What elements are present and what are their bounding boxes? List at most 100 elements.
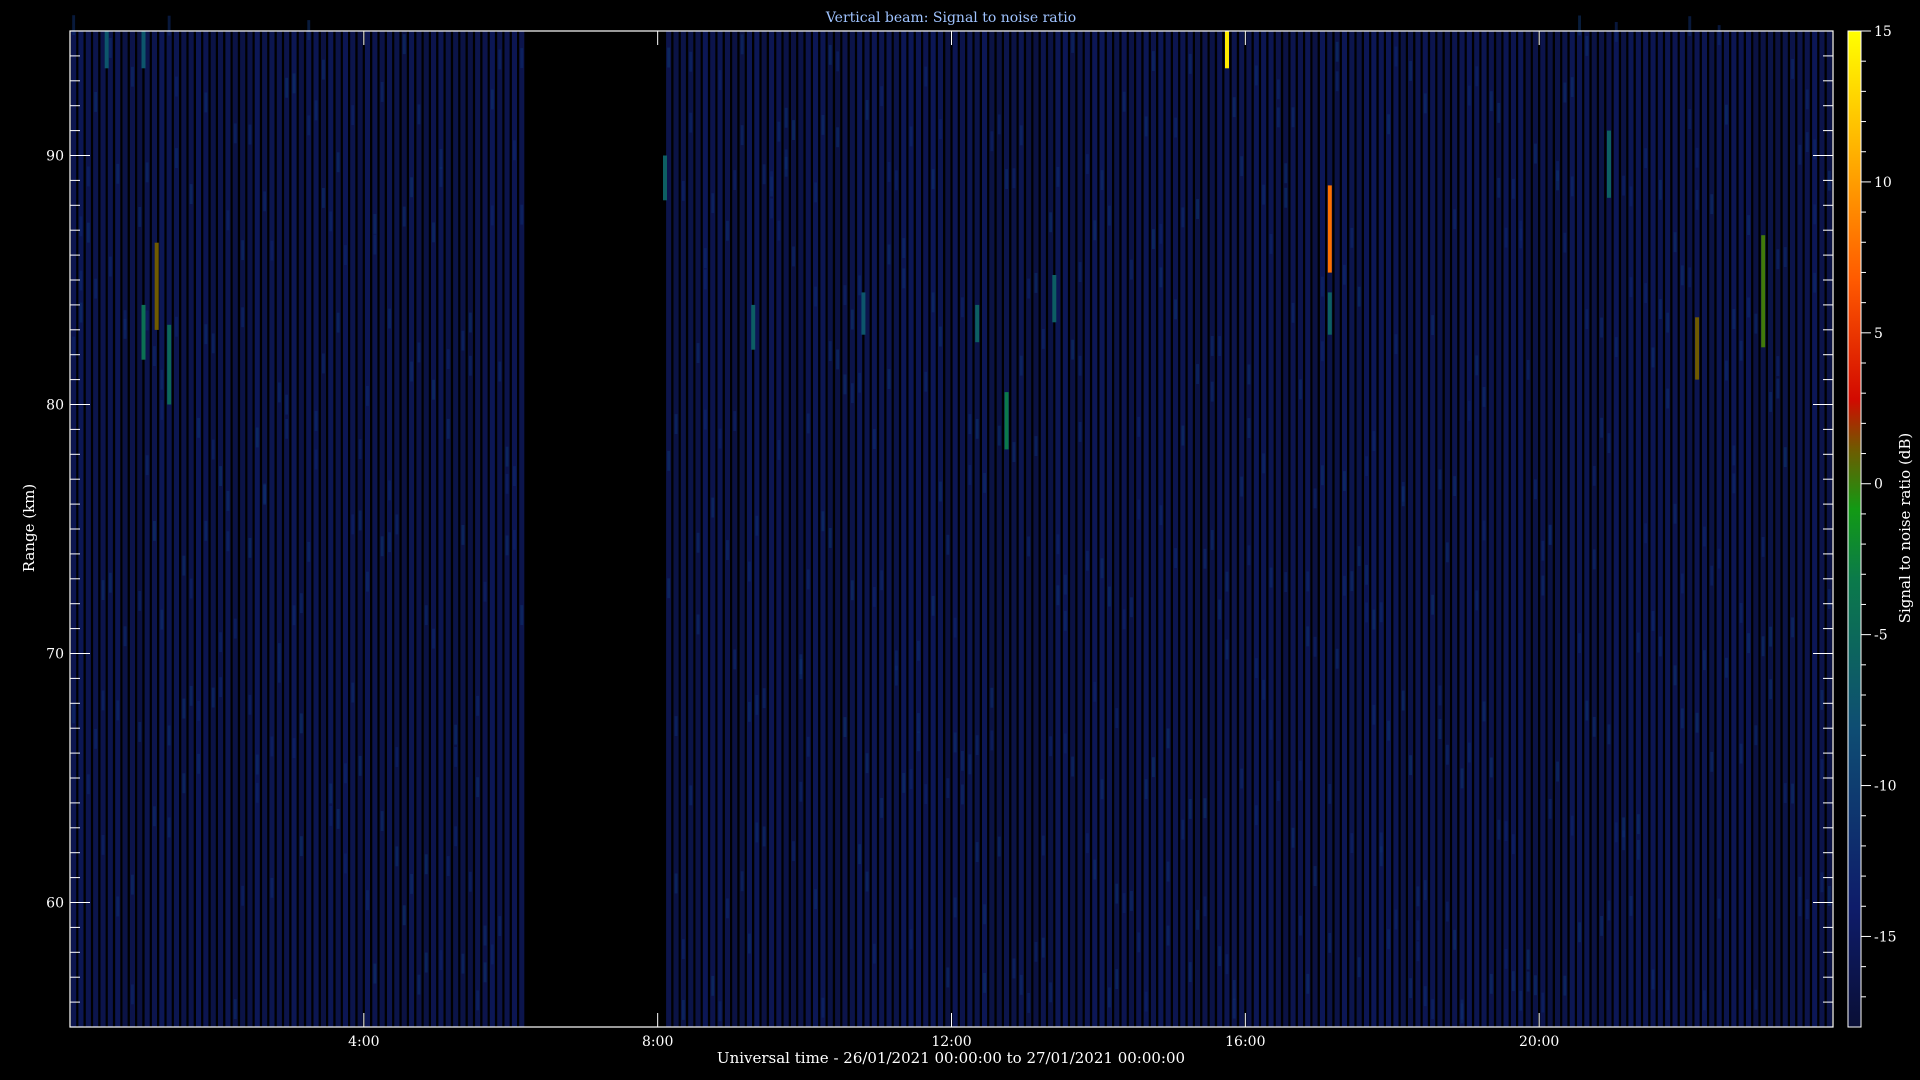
noise-column [100,31,106,1027]
noise-column [298,31,304,1027]
noise-column [871,31,877,1027]
noise-speck [821,997,825,1018]
noise-speck [468,312,472,333]
noise-speck [483,962,487,983]
noise-speck [1489,973,1493,994]
noise-speck [1453,929,1457,950]
noise-speck [446,418,450,439]
noise-speck [1629,186,1633,207]
noise-column [188,31,194,1027]
noise-speck [983,473,986,493]
noise-speck [1578,922,1581,943]
noise-speck [1159,223,1163,244]
noise-speck [204,92,208,113]
noise-column [1584,31,1590,1027]
noise-column [1386,31,1392,1027]
noise-speck [1548,525,1552,545]
noise-speck [1093,681,1097,702]
noise-column [1378,31,1384,1027]
noise-column [475,31,481,1027]
noise-speck [1820,872,1824,893]
noise-speck [402,206,406,227]
noise-speck [1313,636,1317,657]
noise-column [1349,31,1355,1027]
noise-speck [424,605,428,626]
noise-speck [1644,523,1648,544]
noise-speck [1658,636,1662,657]
noise-speck [1710,194,1714,215]
noise-column [1261,31,1267,1027]
noise-speck [1078,355,1082,376]
noise-speck [1115,883,1119,904]
noise-speck [953,617,957,638]
noise-speck [160,609,164,630]
noise-column [1268,31,1274,1027]
noise-speck [1269,567,1273,588]
noise-speck [1401,690,1405,711]
noise-speck [351,682,355,703]
noise-speck [1181,207,1185,228]
noise-speck [961,784,964,805]
noise-speck [1688,267,1692,288]
noise-speck [395,747,399,767]
noise-speck [1813,204,1817,225]
noise-speck [997,114,1001,135]
noise-column [1437,31,1443,1027]
noise-speck [248,694,252,715]
noise-speck [1210,530,1214,550]
noise-speck [1475,355,1479,376]
noise-speck [1049,212,1053,233]
noise-column [423,31,429,1027]
noise-speck [1578,633,1581,654]
noise-column [959,31,965,1027]
noise-speck [410,874,413,894]
noise-speck [329,806,333,826]
noise-speck [1218,946,1222,967]
noise-speck [894,170,898,191]
noise-speck [1754,313,1758,334]
noise-speck [79,216,83,237]
noise-column [284,31,290,1027]
echo-streak [104,31,109,69]
noise-speck [153,806,156,827]
noise-speck [1130,597,1133,618]
noise-column [1253,31,1259,1027]
noise-speck [1387,114,1390,135]
noise-speck [490,944,494,965]
noise-speck [1350,571,1354,592]
noise-speck [1071,33,1075,53]
noise-speck [197,701,200,721]
noise-speck [887,244,891,265]
noise-speck [1365,602,1368,623]
noise-speck [483,925,487,946]
noise-speck [1438,719,1442,739]
noise-speck [131,984,134,1005]
noise-speck [241,885,245,906]
noise-speck [718,70,722,90]
noise-column [240,31,246,1027]
noise-speck [1739,743,1743,764]
noise-speck [1512,971,1515,992]
noise-speck [366,386,369,406]
noise-speck [1791,617,1794,638]
noise-speck [828,341,832,361]
noise-speck [1291,302,1295,323]
colorbar-tick-label: 15 [1874,24,1892,40]
noise-speck [909,929,913,950]
noise-column [247,31,253,1027]
noise-speck [1144,991,1148,1012]
noise-column [1231,31,1237,1027]
noise-speck [1056,585,1060,606]
noise-speck [1805,89,1809,110]
noise-column [262,31,268,1027]
noise-speck [1747,215,1750,235]
noise-speck [784,107,788,128]
noise-speck [1328,932,1332,953]
noise-column [1319,31,1325,1027]
noise-column [1290,31,1296,1027]
noise-column [688,31,694,1027]
noise-speck [1703,990,1706,1011]
noise-speck [1585,36,1589,56]
noise-speck [520,605,524,625]
colorbar-tick-label: 5 [1874,326,1883,342]
